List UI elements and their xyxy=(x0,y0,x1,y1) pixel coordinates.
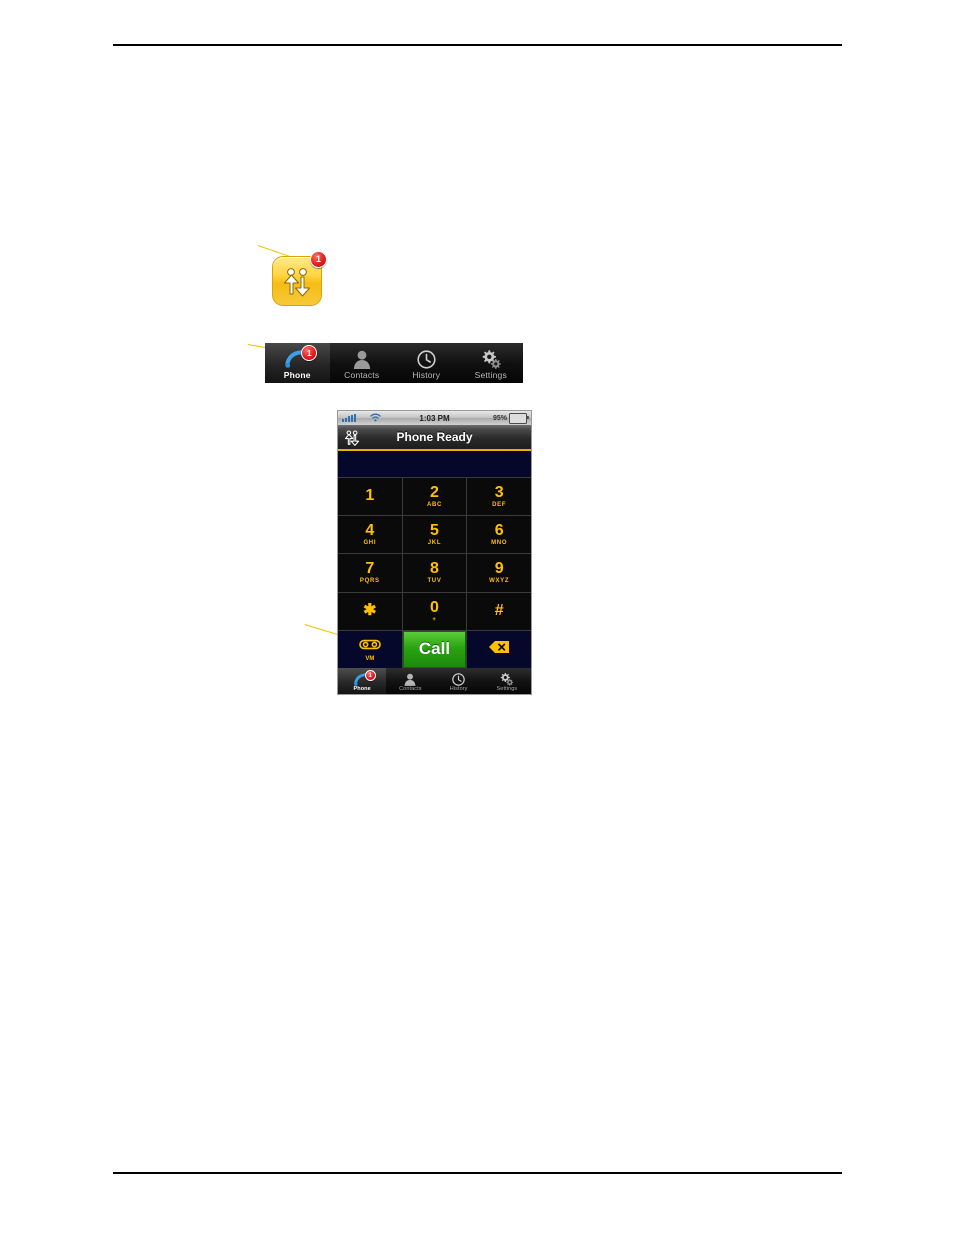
backspace-icon xyxy=(488,640,510,659)
voicemail-button[interactable]: VM xyxy=(338,630,402,668)
key-5-digit: 5 xyxy=(430,522,439,540)
dialpad: 1 2 ABC 3 DEF 4 GHI 5 JKL 6 MNO 7 PQRS 8 xyxy=(338,478,531,668)
key-9-digit: 9 xyxy=(494,560,504,578)
tab-contacts[interactable]: Contacts xyxy=(330,343,395,383)
backspace-button[interactable] xyxy=(467,630,531,668)
key-0-digit: 0 xyxy=(430,598,439,616)
voicemail-label: VM xyxy=(365,655,375,662)
battery-percent: 95% xyxy=(492,414,507,422)
page-footer-rule xyxy=(113,1172,842,1174)
cassette-tape-icon xyxy=(359,637,381,655)
key-2[interactable]: 2 ABC xyxy=(402,478,467,516)
key-pound-digit: # xyxy=(494,601,504,619)
phone-tab-history[interactable]: History xyxy=(435,668,483,694)
key-7[interactable]: 7 PQRS xyxy=(338,554,402,592)
app-icon[interactable]: 1 xyxy=(272,251,327,306)
handset-icon: 1 xyxy=(284,345,318,369)
phone-tab-badge: 1 xyxy=(364,670,376,681)
key-2-letters: ABC xyxy=(426,502,443,509)
key-3[interactable]: 3 DEF xyxy=(467,478,531,516)
key-0-letters: + xyxy=(432,616,437,623)
key-4-digit: 4 xyxy=(365,522,375,540)
key-6-digit: 6 xyxy=(494,522,504,540)
key-7-digit: 7 xyxy=(365,560,375,578)
key-5[interactable]: 5 JKL xyxy=(402,516,467,554)
key-6[interactable]: 6 MNO xyxy=(467,516,531,554)
person-icon xyxy=(353,349,371,369)
phone-screenshot: 1:03 PM 95% Phone Ready 1 2 ABC 3 DEF 4 … xyxy=(337,410,532,695)
tab-history-label: History xyxy=(412,370,441,380)
key-star[interactable]: ✱ xyxy=(338,592,402,630)
clock-icon xyxy=(452,672,465,686)
key-4[interactable]: 4 GHI xyxy=(338,516,402,554)
person-icon xyxy=(404,672,416,686)
phone-tab-settings[interactable]: Settings xyxy=(483,668,531,694)
key-9-letters: WXYZ xyxy=(489,578,510,585)
two-people-up-down-arrows-icon[interactable] xyxy=(338,429,366,446)
key-pound[interactable]: # xyxy=(467,592,531,630)
key-7-letters: PQRS xyxy=(359,578,380,585)
phone-tab-settings-label: Settings xyxy=(496,686,518,692)
call-button-label: Call xyxy=(418,639,451,659)
gears-icon xyxy=(499,672,514,686)
phone-title-bar: Phone Ready xyxy=(338,425,531,451)
tab-phone-label: Phone xyxy=(283,370,311,380)
page-title: Phone Ready xyxy=(396,430,473,444)
phone-tab-contacts[interactable]: Contacts xyxy=(386,668,434,694)
page-header-rule xyxy=(113,44,842,46)
key-8-letters: TUV xyxy=(427,578,442,585)
key-6-letters: MNO xyxy=(491,540,508,547)
status-bar: 1:03 PM 95% xyxy=(338,411,531,425)
battery-icon xyxy=(509,412,529,424)
tab-phone[interactable]: 1 Phone xyxy=(265,343,330,383)
gears-icon xyxy=(480,349,502,369)
clock-icon xyxy=(417,349,436,369)
key-0[interactable]: 0 + xyxy=(402,592,467,630)
key-3-letters: DEF xyxy=(492,502,507,509)
standalone-tab-bar: 1 Phone Contacts History Settings xyxy=(265,343,523,383)
key-1-digit: 1 xyxy=(365,487,375,505)
key-4-letters: GHI xyxy=(363,540,377,547)
key-8[interactable]: 8 TUV xyxy=(402,554,467,592)
key-9[interactable]: 9 WXYZ xyxy=(467,554,531,592)
key-1[interactable]: 1 xyxy=(338,478,402,516)
phone-tab-contacts-label: Contacts xyxy=(399,686,422,692)
key-8-digit: 8 xyxy=(430,560,439,578)
tab-settings-label: Settings xyxy=(474,370,507,380)
key-5-letters: JKL xyxy=(427,540,442,547)
key-star-digit: ✱ xyxy=(363,601,377,619)
app-icon-badge: 1 xyxy=(310,251,327,268)
phone-tab-badge: 1 xyxy=(301,345,318,361)
phone-tab-phone[interactable]: 1 Phone xyxy=(338,668,387,694)
tab-settings[interactable]: Settings xyxy=(459,343,524,383)
number-display[interactable] xyxy=(338,451,531,478)
phone-tab-history-label: History xyxy=(449,686,468,692)
tab-contacts-label: Contacts xyxy=(344,370,380,380)
phone-tab-phone-label: Phone xyxy=(353,686,371,692)
handset-icon: 1 xyxy=(353,670,376,686)
battery-indicator: 95% xyxy=(492,412,529,424)
key-2-digit: 2 xyxy=(430,484,439,502)
key-3-digit: 3 xyxy=(494,484,504,502)
call-button[interactable]: Call xyxy=(402,630,467,668)
phone-tab-bar: 1 Phone Contacts History Settings xyxy=(338,668,531,694)
tab-history[interactable]: History xyxy=(394,343,459,383)
